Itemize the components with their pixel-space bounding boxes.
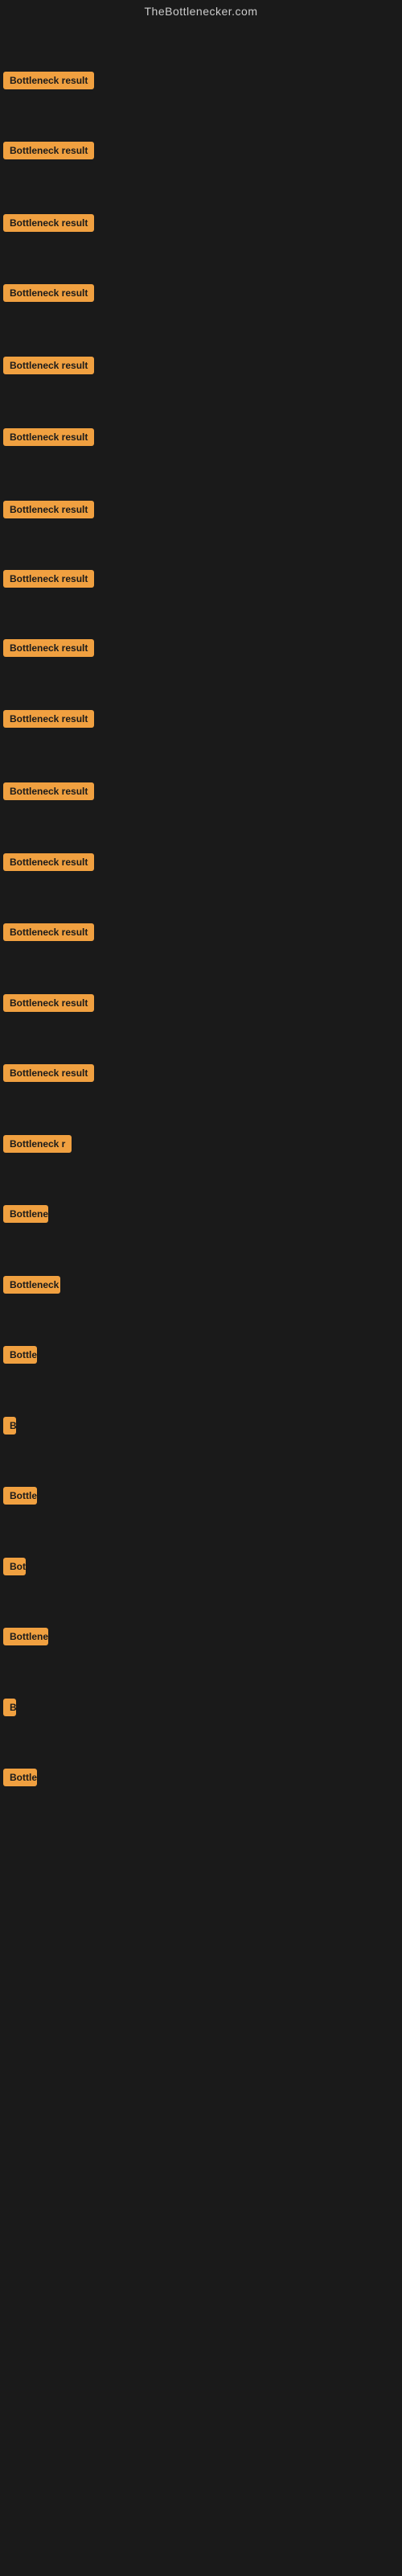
result-row[interactable]: Bottleneck result <box>0 567 402 591</box>
bottleneck-badge-3[interactable]: Bottleneck result <box>3 214 94 232</box>
bottleneck-badge-16[interactable]: Bottleneck r <box>3 1135 72 1153</box>
bottleneck-badge-8[interactable]: Bottleneck result <box>3 570 94 588</box>
result-row[interactable]: Bo <box>0 1414 402 1442</box>
result-row[interactable]: Bottlene <box>0 1624 402 1653</box>
bottleneck-badge-25[interactable]: Bottle <box>3 1769 37 1786</box>
bottleneck-badge-4[interactable]: Bottleneck result <box>3 284 94 302</box>
bottleneck-badge-15[interactable]: Bottleneck result <box>3 1064 94 1082</box>
result-row[interactable]: Bottle <box>0 1343 402 1371</box>
result-row[interactable]: Bottleneck result <box>0 211 402 235</box>
bottleneck-badge-21[interactable]: Bottle <box>3 1487 37 1505</box>
bottleneck-badge-12[interactable]: Bottleneck result <box>3 853 94 871</box>
badges-container: Bottleneck result Bottleneck result Bottle… <box>0 23 402 1846</box>
bottleneck-badge-2[interactable]: Bottleneck result <box>3 142 94 159</box>
result-row[interactable]: Bott <box>0 1554 402 1583</box>
result-row[interactable]: Bottleneck <box>0 1273 402 1301</box>
bottleneck-badge-9[interactable]: Bottleneck result <box>3 639 94 657</box>
result-row[interactable]: Bottleneck result <box>0 920 402 944</box>
result-row[interactable]: B <box>0 1695 402 1724</box>
result-row[interactable]: Bottle <box>0 1484 402 1512</box>
bottleneck-badge-7[interactable]: Bottleneck result <box>3 501 94 518</box>
result-row[interactable]: Bottleneck result <box>0 497 402 522</box>
bottleneck-badge-17[interactable]: Bottlene <box>3 1205 48 1223</box>
result-row[interactable]: Bottleneck result <box>0 991 402 1015</box>
result-row[interactable]: Bottleneck result <box>0 425 402 449</box>
bottleneck-badge-6[interactable]: Bottleneck result <box>3 428 94 446</box>
result-row[interactable]: Bottleneck result <box>0 850 402 874</box>
bottleneck-badge-14[interactable]: Bottleneck result <box>3 994 94 1012</box>
bottleneck-badge-23[interactable]: Bottlene <box>3 1628 48 1645</box>
bottleneck-badge-11[interactable]: Bottleneck result <box>3 782 94 800</box>
bottleneck-badge-20[interactable]: Bo <box>3 1417 16 1435</box>
result-row[interactable]: Bottleneck result <box>0 779 402 803</box>
bottleneck-badge-22[interactable]: Bott <box>3 1558 26 1575</box>
result-row[interactable]: Bottlene <box>0 1202 402 1230</box>
page-container: TheBottlenecker.com Bottleneck resultBot… <box>0 0 402 2576</box>
result-row[interactable]: Bottleneck result <box>0 281 402 305</box>
bottleneck-badge-13[interactable]: Bottleneck result <box>3 923 94 941</box>
bottleneck-badge-24[interactable]: B <box>3 1699 16 1716</box>
result-row[interactable]: Bottleneck result <box>0 1061 402 1085</box>
bottleneck-badge-1[interactable]: Bottleneck result <box>3 72 94 89</box>
result-row[interactable]: Bottleneck result <box>0 138 402 163</box>
bottleneck-badge-18[interactable]: Bottleneck <box>3 1276 60 1294</box>
result-row[interactable]: Bottle <box>0 1765 402 1794</box>
bottleneck-badge-10[interactable]: Bottleneck result <box>3 710 94 728</box>
result-row[interactable]: Bottleneck result <box>0 353 402 378</box>
site-title: TheBottlenecker.com <box>0 0 402 23</box>
result-row[interactable]: Bottleneck result <box>0 68 402 93</box>
result-row[interactable]: Bottleneck result <box>0 707 402 731</box>
bottleneck-badge-5[interactable]: Bottleneck result <box>3 357 94 374</box>
result-row[interactable]: Bottleneck r <box>0 1132 402 1160</box>
bottleneck-badge-19[interactable]: Bottle <box>3 1346 37 1364</box>
result-row[interactable]: Bottleneck result <box>0 636 402 660</box>
